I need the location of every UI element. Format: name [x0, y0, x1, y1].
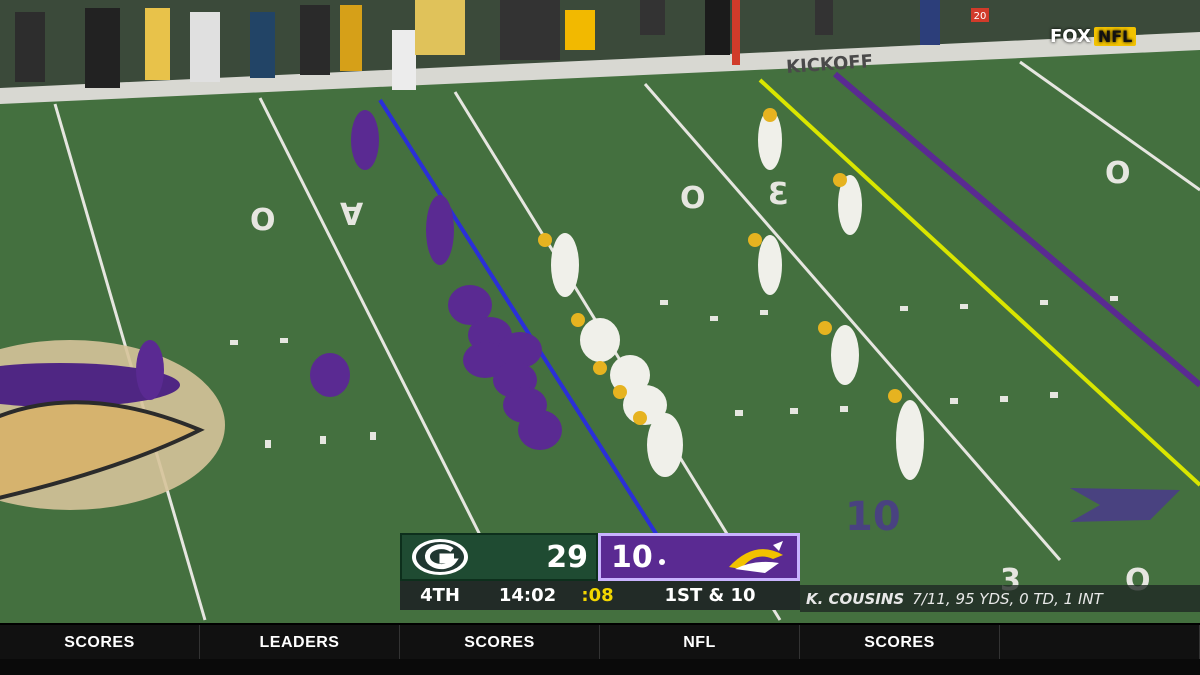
game-clock: 14:02 [498, 585, 557, 606]
player [351, 110, 379, 170]
player-stats: 7/11, 95 YDS, 0 TD, 1 INT [912, 589, 1103, 608]
ticker-base [0, 659, 1200, 675]
broadcast-frame: KICKOFF O Ɐ O Ɛ O 3 O 10 20 FOX NFL 29 1… [0, 0, 1200, 675]
player [136, 340, 164, 400]
player [518, 410, 562, 450]
svg-text:O: O [250, 203, 276, 238]
player [758, 235, 782, 295]
score-bug: 29 10 4TH 14:02 :08 1ST & 10 [400, 533, 800, 610]
home-score: 10 [611, 539, 653, 575]
svg-text:Ɛ: Ɛ [768, 177, 789, 212]
quarter: 4TH [420, 585, 460, 606]
down-marker: 20 [974, 11, 987, 22]
score-row: 29 10 [400, 533, 800, 581]
player-name: K. COUSINS [806, 589, 905, 608]
player [551, 233, 579, 297]
league-badge: NFL [1093, 27, 1137, 46]
game-status-row: 4TH 14:02 :08 1ST & 10 [400, 581, 800, 610]
player [580, 318, 620, 362]
player-stat-line: K. COUSINS 7/11, 95 YDS, 0 TD, 1 INT [800, 585, 1200, 612]
away-score: 29 [546, 539, 588, 575]
down-and-distance: 1ST & 10 [664, 585, 756, 606]
bottom-ticker: SCORES LEADERS SCORES NFL SCORES [0, 623, 1200, 661]
network-logo: FOX NFL [1050, 26, 1137, 47]
player [831, 325, 859, 385]
player [647, 413, 683, 477]
ticker-item: SCORES [400, 625, 600, 661]
svg-text:O: O [680, 181, 706, 216]
packers-logo-icon [412, 539, 468, 575]
possession-indicator [658, 559, 665, 566]
ticker-item: SCORES [0, 625, 200, 661]
svg-text:10: 10 [845, 494, 901, 540]
player [310, 353, 350, 397]
ticker-item: LEADERS [200, 625, 400, 661]
player [896, 400, 924, 480]
svg-text:O: O [1105, 156, 1131, 191]
network-name: FOX [1050, 26, 1091, 47]
svg-text:Ɐ: Ɐ [340, 198, 364, 233]
play-clock: :08 [581, 585, 614, 606]
ticker-item [1000, 625, 1200, 661]
home-team-panel: 10 [598, 533, 800, 581]
ticker-item: SCORES [800, 625, 1000, 661]
away-team-panel: 29 [400, 533, 598, 581]
home-score-wrap: 10 [611, 540, 665, 575]
vikings-logo-icon [729, 541, 783, 573]
player [426, 195, 454, 265]
ticker-item: NFL [600, 625, 800, 661]
